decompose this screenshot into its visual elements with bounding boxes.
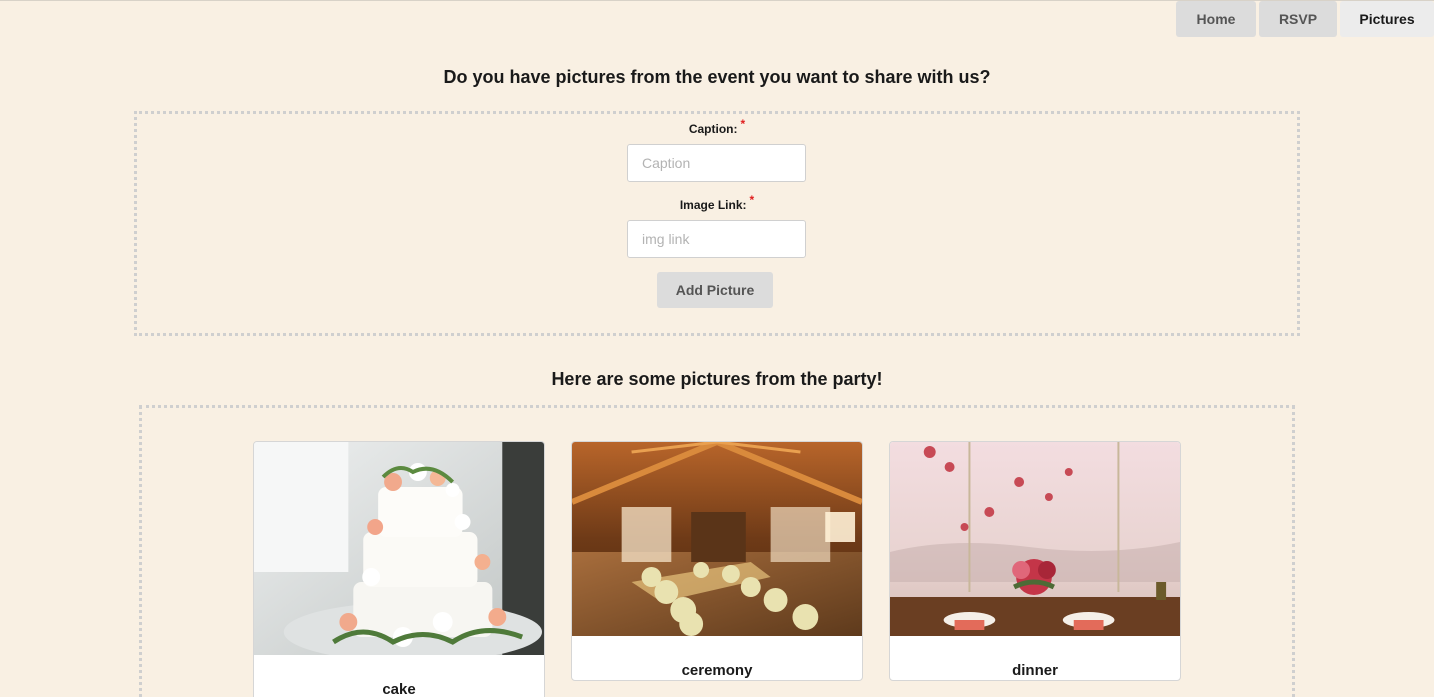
caption-label-text: Caption: bbox=[688, 122, 738, 136]
image-link-label: Image Link: * bbox=[0, 193, 1434, 212]
image-link-input[interactable] bbox=[627, 220, 806, 258]
nav-pictures-button[interactable]: Pictures bbox=[1340, 1, 1434, 37]
nav-home-button[interactable]: Home bbox=[1176, 1, 1256, 37]
ceremony-photo bbox=[572, 442, 862, 636]
picture-caption: cake bbox=[382, 681, 416, 697]
add-picture-button[interactable]: Add Picture bbox=[657, 272, 773, 308]
picture-card-dinner[interactable]: dinner bbox=[889, 441, 1181, 681]
top-nav: Home RSVP Pictures bbox=[1176, 1, 1434, 37]
caption-input[interactable] bbox=[627, 144, 806, 182]
cake-photo bbox=[254, 442, 544, 655]
required-asterisk: * bbox=[740, 117, 746, 131]
pictures-page: Home RSVP Pictures Do you have pictures … bbox=[0, 0, 1434, 697]
upload-heading: Do you have pictures from the event you … bbox=[443, 67, 991, 87]
picture-caption: dinner bbox=[1012, 662, 1058, 679]
nav-rsvp-button[interactable]: RSVP bbox=[1259, 1, 1337, 37]
caption-label: Caption: * bbox=[0, 117, 1434, 136]
dinner-photo bbox=[890, 442, 1180, 636]
picture-card-ceremony[interactable]: ceremony bbox=[571, 441, 863, 681]
gallery-heading: Here are some pictures from the party! bbox=[551, 369, 883, 389]
image-link-label-text: Image Link: bbox=[679, 198, 747, 212]
picture-card-cake[interactable]: cake bbox=[253, 441, 545, 697]
picture-caption: ceremony bbox=[681, 662, 753, 679]
required-asterisk: * bbox=[749, 193, 755, 207]
